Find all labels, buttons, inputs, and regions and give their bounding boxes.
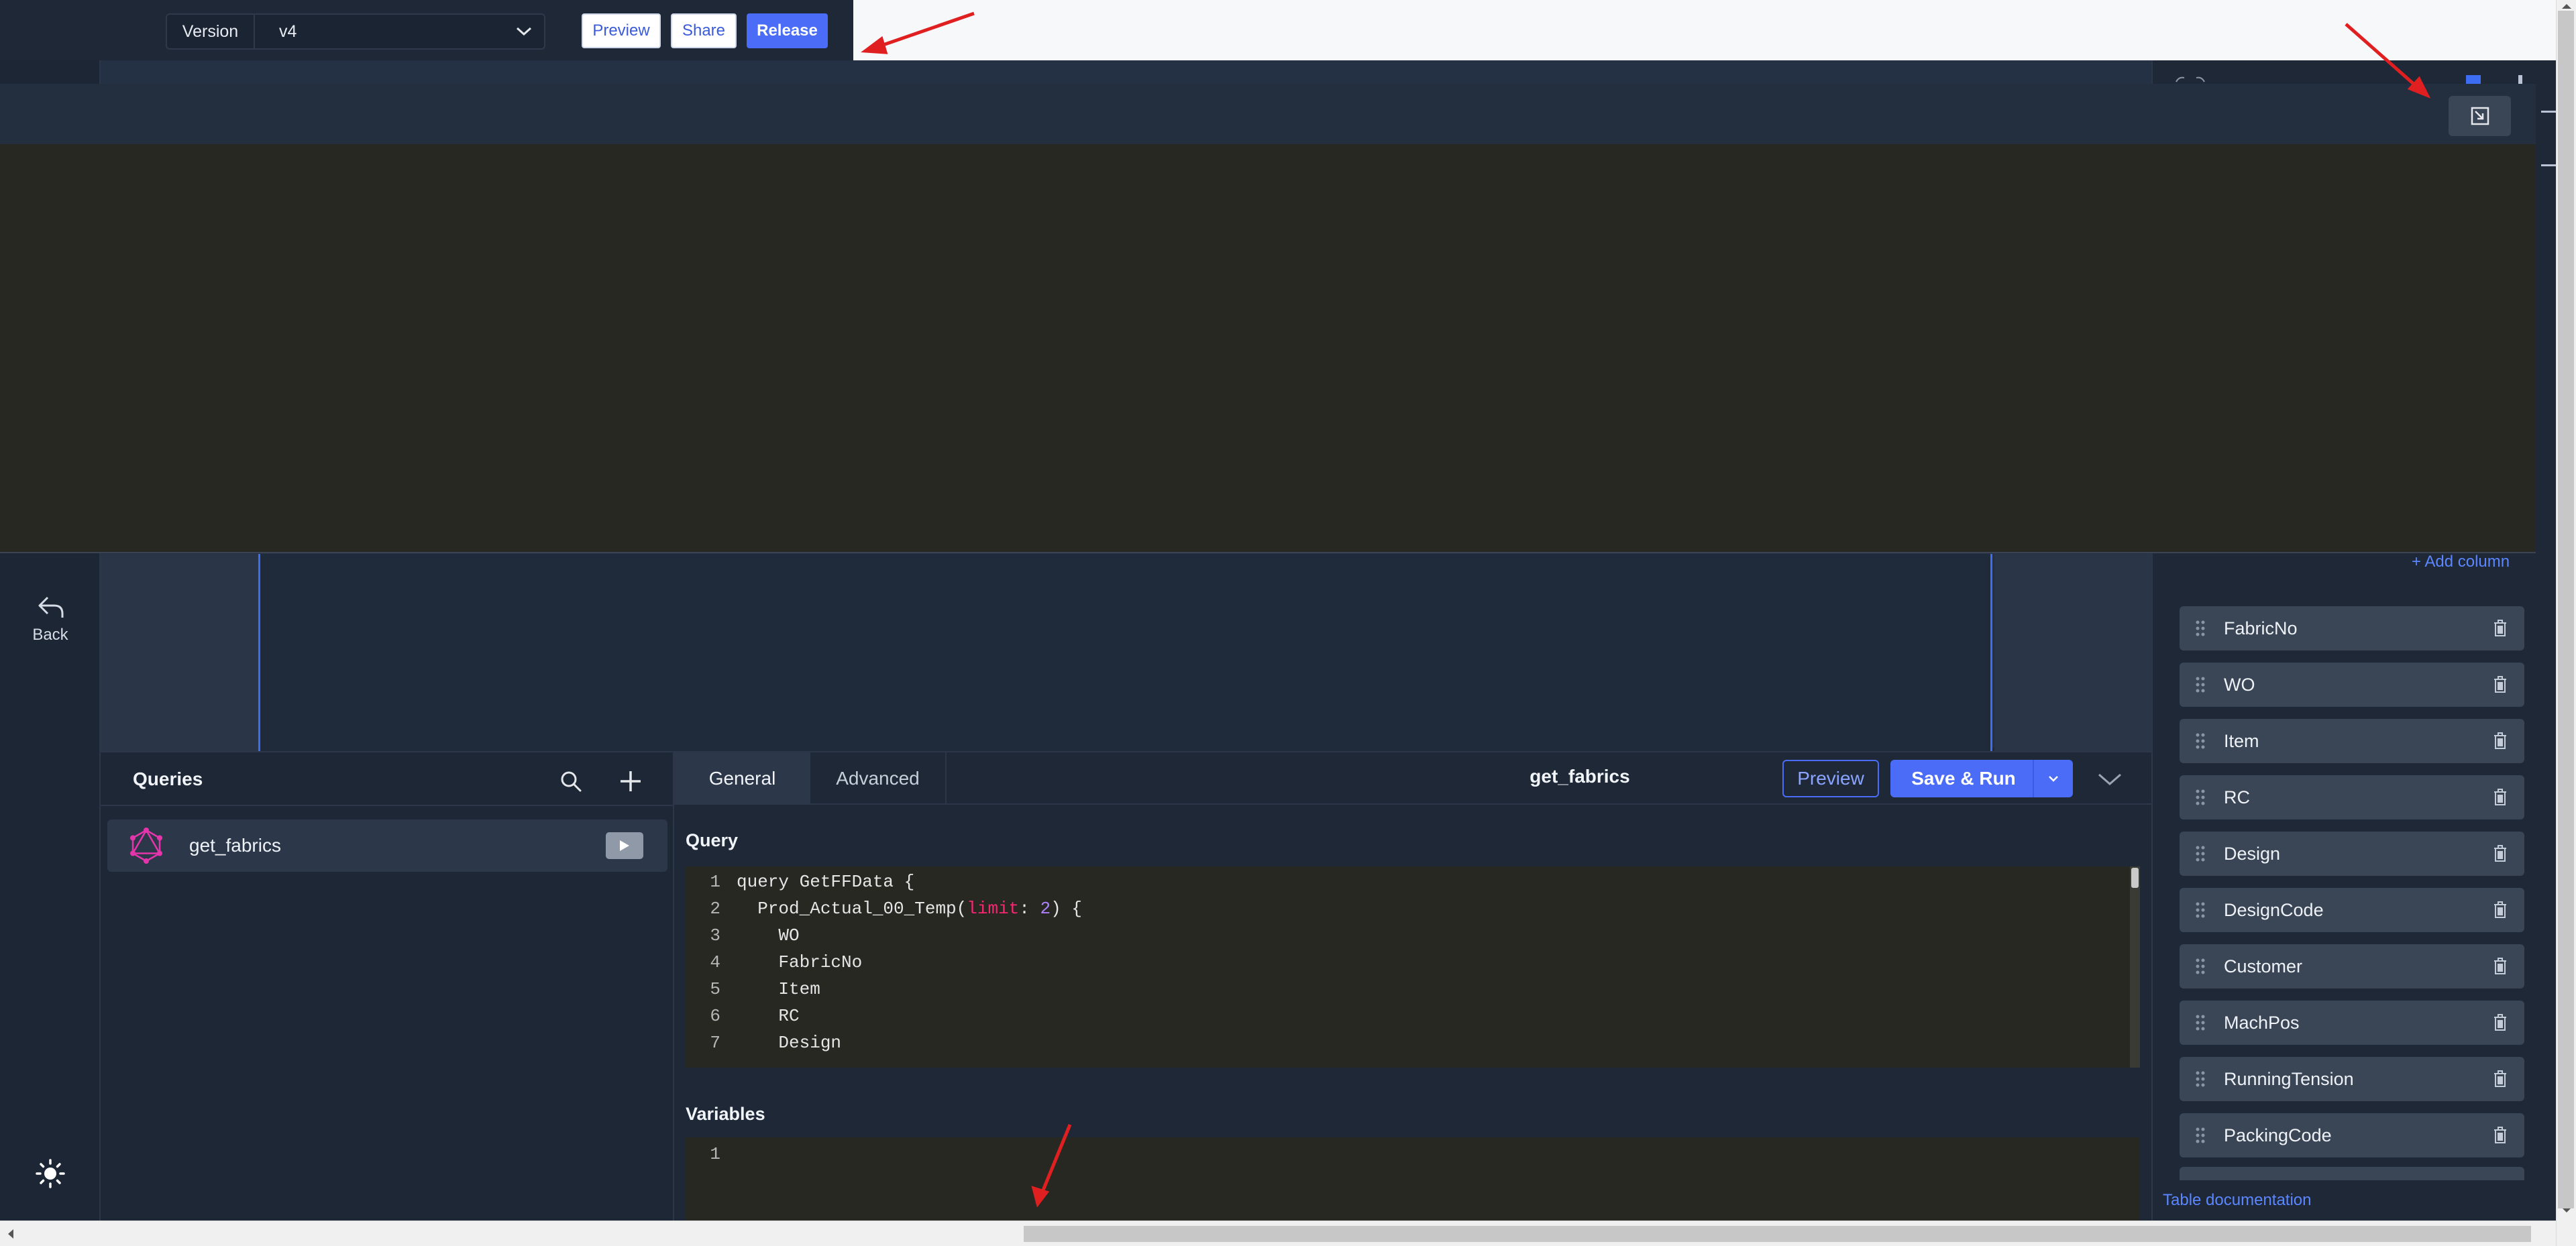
annotation-arrows	[861, 11, 2431, 1208]
